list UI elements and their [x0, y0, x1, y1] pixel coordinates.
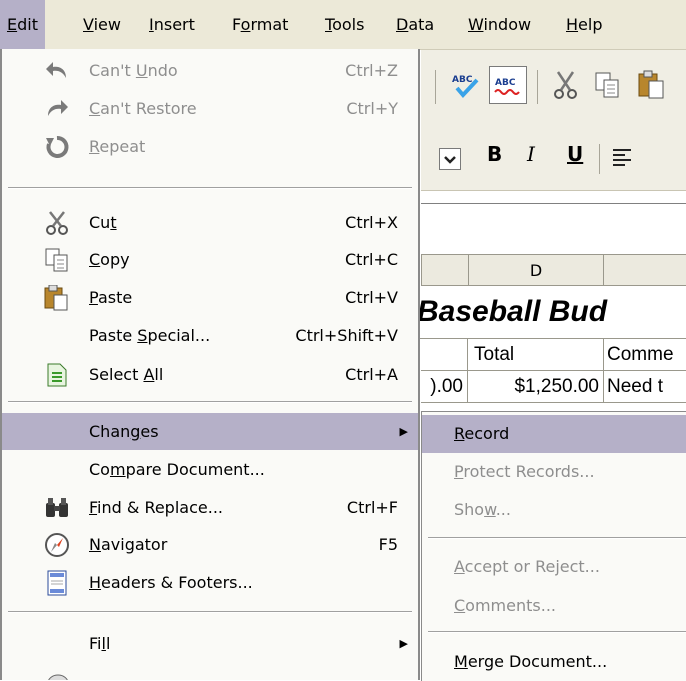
repeat-icon [44, 134, 70, 160]
formatting-toolbar: B I U [421, 128, 686, 191]
cell-comment-value[interactable]: Need t [604, 371, 686, 403]
menu-item-select-all[interactable]: Select All Ctrl+A [2, 356, 418, 394]
align-left-icon[interactable] [611, 146, 633, 168]
menu-item-find-replace[interactable]: Find & Replace... Ctrl+F [2, 489, 418, 527]
binoculars-icon [44, 495, 70, 521]
menu-item-paste[interactable]: Paste Ctrl+V [2, 279, 418, 317]
menu-bar: Edit View Insert Format Tools Data Windo… [0, 0, 686, 50]
menu-separator [8, 401, 412, 403]
submenu-item-protect-records[interactable]: Protect Records... [422, 453, 686, 491]
submenu-item-show[interactable]: Show... [422, 491, 686, 529]
formula-input[interactable] [421, 203, 686, 242]
headers-footers-icon [44, 570, 70, 596]
redo-icon [44, 96, 70, 122]
svg-text:ABC: ABC [495, 78, 516, 88]
paste-icon [44, 284, 70, 311]
submenu-item-accept-reject[interactable]: Accept or Reject... [422, 548, 686, 586]
select-all-icon [44, 362, 70, 388]
menu-edit[interactable]: Edit [0, 0, 45, 49]
submenu-arrow-icon: ▶ [399, 637, 408, 650]
menu-help[interactable]: Help [559, 0, 609, 49]
submenu-arrow-icon: ▶ [399, 425, 408, 438]
menu-item-compare-document[interactable]: Compare Document... [2, 451, 418, 489]
menu-item-paste-special[interactable]: Paste Special... Ctrl+Shift+V [2, 317, 418, 355]
spellcheck-icon[interactable]: ABC [449, 68, 483, 102]
cut-icon [44, 210, 70, 236]
cell-c-value[interactable]: ).00 [421, 371, 468, 403]
sheet-title-cell[interactable]: Baseball Bud [417, 286, 686, 339]
paste-icon[interactable] [635, 68, 669, 102]
edit-menu: Can't Undo Ctrl+Z Can't Restore Ctrl+Y R… [0, 49, 420, 680]
submenu-item-record[interactable]: Record [422, 415, 686, 453]
font-size-dropdown-button[interactable] [439, 148, 461, 170]
submenu-item-comments[interactable]: Comments... [422, 587, 686, 625]
menu-data[interactable]: Data [389, 0, 441, 49]
menu-format[interactable]: Format [225, 0, 295, 49]
bold-button[interactable]: B [487, 142, 502, 166]
column-header-d[interactable]: D [468, 254, 604, 286]
changes-submenu: Record Protect Records... Show... Accept… [421, 411, 686, 681]
menu-separator [8, 187, 412, 189]
menu-window[interactable]: Window [461, 0, 538, 49]
menu-item-restore[interactable]: Can't Restore Ctrl+Y [2, 90, 418, 128]
cell-comments-header[interactable]: Comme [604, 338, 686, 371]
underline-button[interactable]: U [567, 142, 583, 166]
menu-item-cut[interactable]: Cut Ctrl+X [2, 204, 418, 242]
menu-item-changes[interactable]: Changes ▶ [2, 413, 418, 450]
copy-icon [44, 247, 70, 273]
menu-view[interactable]: View [76, 0, 128, 49]
menu-tools[interactable]: Tools [318, 0, 371, 49]
standard-toolbar: ABC ABC [421, 50, 686, 128]
submenu-separator [428, 537, 686, 539]
menu-item-fill[interactable]: Fill ▶ [2, 625, 418, 663]
menu-item-copy[interactable]: Copy Ctrl+C [2, 241, 418, 279]
undo-icon [44, 58, 70, 84]
italic-button[interactable]: I [527, 142, 535, 166]
menu-item-repeat[interactable]: Repeat [2, 128, 418, 166]
menu-item-navigator[interactable]: Navigator F5 [2, 526, 418, 564]
menu-insert[interactable]: Insert [142, 0, 202, 49]
cell-c-header[interactable] [421, 338, 468, 371]
partial-menu-icon [46, 671, 70, 680]
auto-spellcheck-toggle[interactable]: ABC [489, 66, 527, 104]
column-header-e[interactable] [603, 254, 686, 286]
submenu-separator [428, 631, 686, 633]
cut-icon[interactable] [549, 68, 583, 102]
copy-icon[interactable] [591, 68, 625, 102]
submenu-item-merge-document[interactable]: Merge Document... [422, 643, 686, 681]
svg-text:ABC: ABC [452, 75, 473, 85]
column-header-c[interactable] [421, 254, 469, 286]
navigator-icon [44, 532, 70, 558]
menu-item-undo[interactable]: Can't Undo Ctrl+Z [2, 52, 418, 90]
cell-total-value[interactable]: $1,250.00 [468, 371, 604, 403]
menu-item-headers-footers[interactable]: Headers & Footers... [2, 564, 418, 602]
menu-separator [8, 611, 412, 613]
cell-total-header[interactable]: Total [468, 338, 604, 371]
